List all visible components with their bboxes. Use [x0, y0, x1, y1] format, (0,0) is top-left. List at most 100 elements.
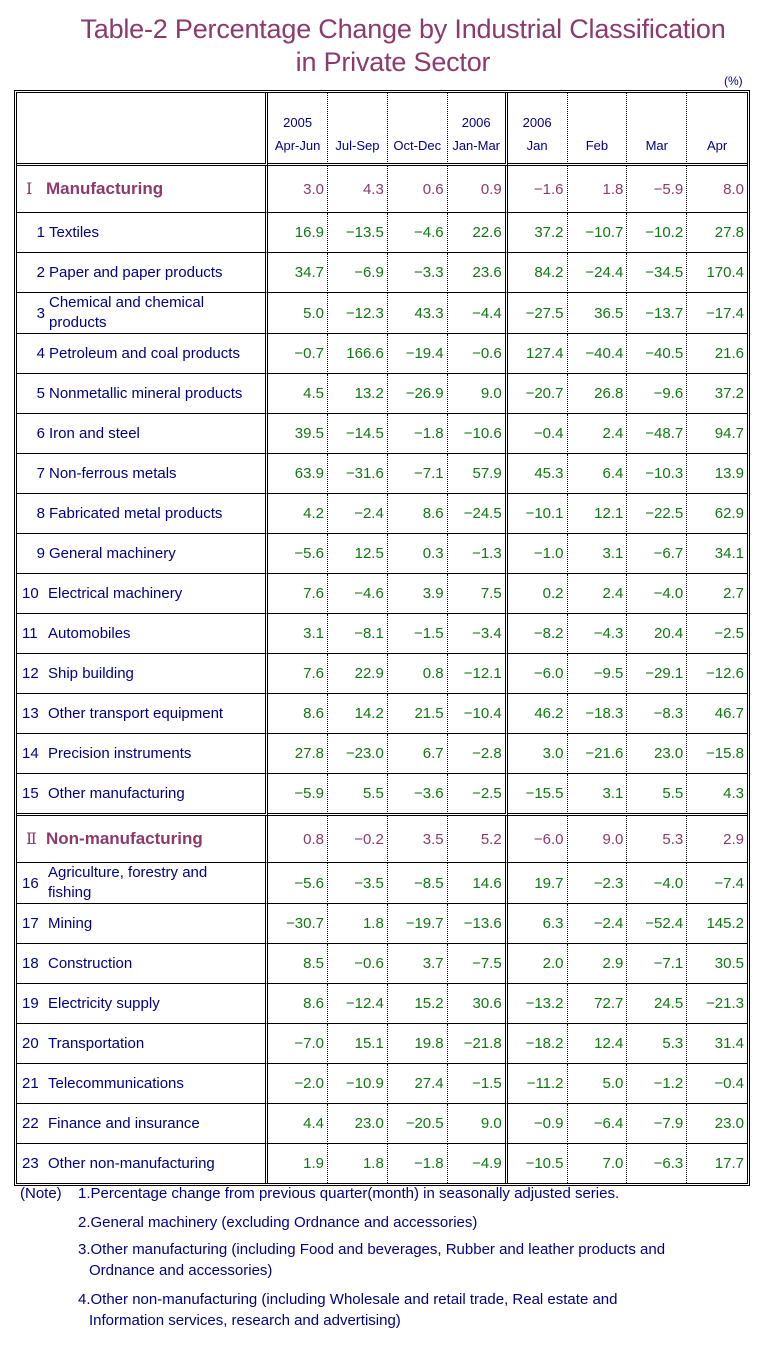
cell-value: −27.5: [507, 293, 568, 334]
cell-value: 1.8: [328, 1144, 388, 1183]
cell-value: −8.2: [507, 614, 568, 654]
cell-value: −0.7: [268, 334, 328, 374]
cell-value: −20.5: [387, 1104, 448, 1144]
cell-value: 46.2: [507, 694, 568, 734]
cell-value: 45.3: [507, 454, 568, 494]
row-name: Transportation: [48, 1034, 145, 1052]
cell-value: −2.4: [567, 904, 628, 944]
cell-value: −2.5: [687, 614, 747, 654]
cell-value: −0.9: [507, 1104, 568, 1144]
cell-value: −3.3: [387, 253, 448, 293]
column-period: Jul-Sep: [335, 138, 380, 153]
column-year: [568, 111, 627, 134]
section-value: 8.0: [687, 166, 747, 213]
cell-value: 72.7: [567, 984, 628, 1024]
row-label: 11 Automobiles: [17, 614, 269, 654]
cell-value: −2.8: [447, 734, 508, 774]
cell-value: −7.9: [627, 1104, 688, 1144]
cell-value: −7.4: [687, 863, 747, 904]
table-row: 10 Electrical machinery 7.6 −4.6 3.9 7.5 0.2 2.…: [17, 574, 747, 614]
row-label: 22 Finance and insurance: [17, 1104, 269, 1144]
cell-value: 3.7: [387, 944, 448, 984]
cell-value: 8.5: [268, 944, 328, 984]
section-value: −5.9: [627, 166, 688, 213]
cell-value: −4.0: [627, 863, 688, 904]
note-text: 1.Percentage change from previous quarte…: [78, 1185, 620, 1202]
row-number: 11: [22, 625, 38, 642]
cell-value: 12.4: [567, 1024, 628, 1064]
row-label: 10 Electrical machinery: [17, 574, 269, 614]
cell-value: −2.5: [447, 774, 508, 816]
cell-value: 3.0: [507, 734, 568, 774]
column-year: [328, 111, 387, 134]
row-label: 15 Other manufacturing: [17, 774, 269, 816]
cell-value: 8.6: [268, 984, 328, 1024]
column-period: Feb: [585, 138, 609, 153]
row-number: 1: [36, 224, 45, 241]
row-name: Iron and steel: [49, 424, 140, 442]
row-label: 8 Fabricated metal products: [17, 494, 269, 534]
cell-value: −12.3: [328, 293, 388, 334]
cell-value: −23.0: [328, 734, 388, 774]
section-value: 1.8: [567, 166, 628, 213]
cell-value: −21.6: [567, 734, 628, 774]
cell-value: −10.5: [508, 1144, 568, 1183]
cell-value: 3.1: [567, 774, 628, 816]
cell-value: −1.3: [447, 534, 508, 574]
cell-value: −26.9: [387, 374, 448, 414]
note-item: 3.Other manufacturing (including Food an…: [78, 1239, 665, 1281]
cell-value: 166.6: [328, 334, 388, 374]
section-name: Non-manufacturing: [46, 829, 203, 848]
row-name: Automobiles: [48, 624, 131, 642]
table-row: 22 Finance and insurance 4.4 23.0 −20.5 9.0 −0…: [17, 1104, 747, 1144]
column-year: 2005: [283, 115, 313, 130]
column-year: 2006: [522, 115, 552, 130]
cell-value: 170.4: [687, 253, 747, 293]
row-number: 15: [22, 785, 39, 802]
cell-value: 37.2: [687, 374, 747, 414]
cell-value: 13.9: [687, 454, 747, 494]
cell-value: −31.6: [328, 454, 388, 494]
row-name: Ship building: [48, 664, 134, 682]
row-number: 2: [36, 264, 45, 281]
cell-value: 7.0: [568, 1144, 628, 1183]
cell-value: −24.4: [567, 253, 628, 293]
cell-value: 4.5: [268, 374, 328, 414]
cell-value: 31.4: [687, 1024, 747, 1064]
row-number: 21: [22, 1075, 39, 1092]
cell-value: −2.3: [567, 863, 628, 904]
cell-value: 8.6: [387, 494, 448, 534]
cell-value: 127.4: [507, 334, 568, 374]
row-name: Non-ferrous metals: [49, 464, 177, 482]
row-name: Other non-manufacturing: [48, 1154, 215, 1172]
row-name: Telecommunications: [48, 1074, 184, 1092]
cell-value: 0.2: [507, 574, 568, 614]
data-table: 2005 Apr-Jun Jul-Sep Oct-Dec 2006 Jan-Mar 2006…: [14, 90, 750, 1186]
cell-value: −40.4: [567, 334, 628, 374]
cell-value: 63.9: [268, 454, 328, 494]
cell-value: −10.6: [447, 414, 508, 454]
section-value: 3.0: [268, 166, 328, 213]
section-value: 0.9: [447, 166, 508, 213]
cell-value: −17.4: [687, 293, 747, 334]
cell-value: 14.2: [328, 694, 388, 734]
row-name: Construction: [48, 954, 133, 972]
note-text: 3.Other manufacturing (including Food an…: [78, 1241, 666, 1258]
cell-value: −6.4: [567, 1104, 628, 1144]
cell-value: 39.5: [268, 414, 328, 454]
section-label: Ⅰ Manufacturing: [17, 166, 269, 213]
cell-value: 7.6: [268, 654, 328, 694]
row-name: Paper and paper products: [49, 263, 223, 281]
row-number: 20: [22, 1035, 39, 1052]
row-label: 12 Ship building: [17, 654, 269, 694]
cell-value: −24.5: [447, 494, 508, 534]
cell-value: 4.4: [268, 1104, 328, 1144]
row-label: 19 Electricity supply: [17, 984, 269, 1024]
cell-value: −8.5: [387, 863, 448, 904]
cell-value: 2.4: [567, 414, 628, 454]
column-year: [388, 111, 447, 134]
cell-value: −1.5: [387, 614, 448, 654]
cell-value: 5.0: [567, 1064, 628, 1104]
row-label: 17 Mining: [17, 904, 269, 944]
cell-value: 5.5: [328, 774, 388, 816]
